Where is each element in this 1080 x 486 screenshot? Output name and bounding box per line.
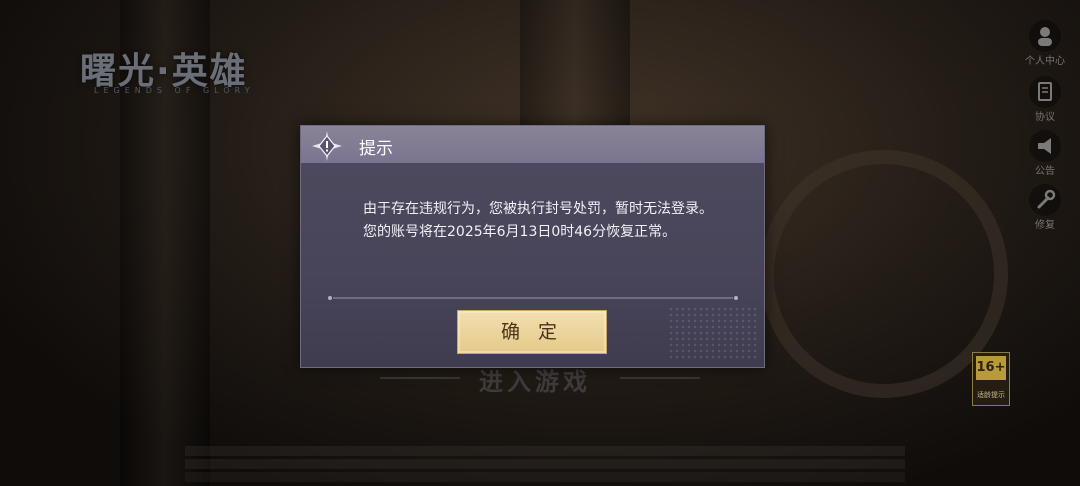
legal-footer — [185, 446, 905, 482]
game-logo: 曙光·英雄 LEGENDS OF GLORY — [80, 42, 310, 98]
confirm-button[interactable]: 确 定 — [457, 310, 607, 354]
side-item-label: 协议 — [1035, 112, 1055, 123]
legal-text-line — [185, 459, 905, 469]
ban-notice-dialog: 提示 由于存在违规行为，您被执行封号处罚，暂时无法登录。 您的账号将在2025年… — [300, 125, 765, 368]
side-item-label: 个人中心 — [1025, 56, 1065, 67]
age-rating-value: 16+ — [976, 356, 1006, 380]
side-item-agreement[interactable]: 协议 — [1010, 76, 1080, 124]
age-rating-label: 适龄提示 — [977, 391, 1005, 399]
legal-text-line — [185, 472, 905, 482]
age-rating-badge[interactable]: 16+ 适龄提示 — [972, 352, 1010, 406]
logo-subtitle: LEGENDS OF GLORY — [94, 86, 255, 95]
document-icon — [1029, 76, 1061, 108]
warning-icon — [311, 130, 343, 162]
background-ring — [760, 150, 1008, 398]
dialog-message: 由于存在违规行为，您被执行封号处罚，暂时无法登录。 您的账号将在2025年6月1… — [363, 198, 723, 244]
dialog-divider — [328, 296, 738, 300]
side-item-announcement[interactable]: 公告 — [1010, 130, 1080, 178]
dialog-message-line: 由于存在违规行为，您被执行封号处罚，暂时无法登录。 — [363, 201, 713, 217]
dialog-title: 提示 — [359, 139, 393, 159]
dialog-message-line: 您的账号将在2025年6月13日0时46分恢复正常。 — [363, 224, 677, 240]
dialog-header: 提示 — [301, 126, 764, 163]
legal-text-line — [185, 446, 905, 456]
side-item-repair[interactable]: 修复 — [1010, 184, 1080, 232]
dialog-dot-pattern — [668, 306, 758, 361]
side-item-label: 公告 — [1035, 166, 1055, 177]
user-icon — [1029, 20, 1061, 52]
side-item-label: 修复 — [1035, 220, 1055, 231]
side-item-personal-center[interactable]: 个人中心 — [1010, 20, 1080, 68]
wrench-icon — [1029, 184, 1061, 216]
megaphone-icon — [1029, 130, 1061, 162]
